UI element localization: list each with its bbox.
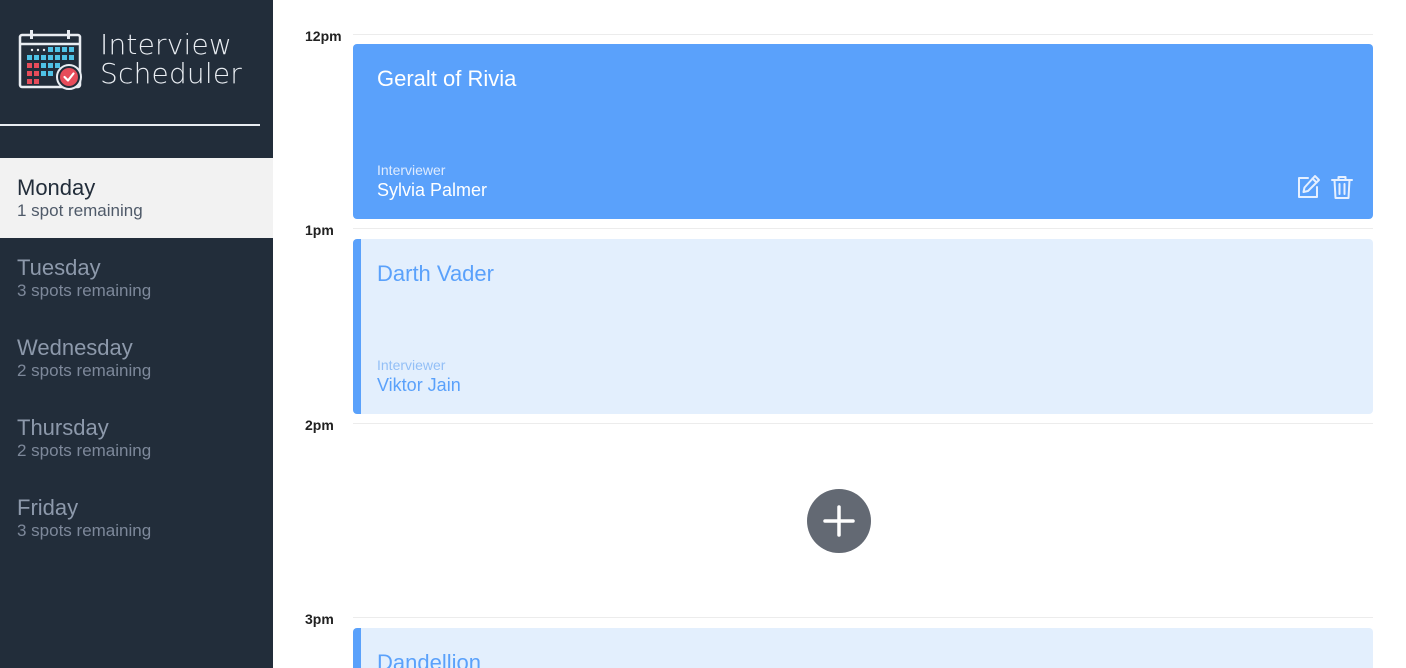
edit-icon[interactable] (1295, 174, 1321, 200)
student-name: Geralt of Rivia (377, 66, 517, 91)
time-label: 1pm (305, 222, 334, 238)
day-item-thursday[interactable]: Thursday 2 spots remaining (0, 398, 273, 478)
day-spots: 2 spots remaining (17, 441, 152, 460)
plus-icon (823, 505, 855, 537)
appointment-card[interactable]: Dandellion (353, 628, 1373, 668)
day-spots: 2 spots remaining (17, 361, 152, 380)
student-name: Darth Vader (377, 261, 494, 286)
time-label: 3pm (305, 611, 334, 627)
interviewer-label: Interviewer (377, 357, 446, 373)
add-appointment-button[interactable] (807, 489, 871, 553)
sidebar-divider (0, 124, 260, 126)
appointment-card[interactable]: Darth Vader Interviewer Viktor Jain (353, 239, 1373, 414)
student-name: Dandellion (377, 650, 481, 668)
sidebar: Interview Scheduler Monday 1 spot remain… (0, 0, 273, 668)
appointment-card[interactable]: Geralt of Rivia Interviewer Sylvia Palme… (353, 44, 1373, 219)
time-label: 12pm (305, 28, 342, 44)
interviewer-name: Sylvia Palmer (377, 180, 488, 200)
day-name: Thursday (17, 415, 109, 440)
day-item-friday[interactable]: Friday 3 spots remaining (0, 478, 273, 558)
day-item-monday[interactable]: Monday 1 spot remaining (0, 158, 273, 238)
interviewer-name: Viktor Jain (377, 375, 461, 395)
day-spots: 3 spots remaining (17, 521, 152, 540)
day-spots: 3 spots remaining (17, 281, 152, 300)
hour-separator (353, 228, 1373, 229)
hour-separator (353, 34, 1373, 35)
day-spots: 1 spot remaining (17, 201, 143, 220)
trash-icon[interactable] (1329, 174, 1355, 200)
app-title-line1: Interview (100, 28, 232, 61)
day-name: Wednesday (17, 335, 133, 360)
appointment-actions (1295, 174, 1355, 200)
day-item-wednesday[interactable]: Wednesday 2 spots remaining (0, 318, 273, 398)
day-item-tuesday[interactable]: Tuesday 3 spots remaining (0, 238, 273, 318)
interviewer-label: Interviewer (377, 162, 446, 178)
day-name: Monday (17, 175, 96, 200)
day-name: Tuesday (17, 255, 101, 280)
app-title: Interview Scheduler (100, 30, 242, 88)
hour-separator (353, 423, 1373, 424)
schedule: 12pm 1pm 2pm 3pm Geralt of Rivia Intervi… (273, 0, 1406, 668)
hour-separator (353, 617, 1373, 618)
calendar-check-icon (18, 29, 84, 91)
day-list: Monday 1 spot remaining Tuesday 3 spots … (0, 158, 273, 558)
app-title-line2: Scheduler (100, 57, 242, 90)
time-label: 2pm (305, 417, 334, 433)
day-name: Friday (17, 495, 79, 520)
